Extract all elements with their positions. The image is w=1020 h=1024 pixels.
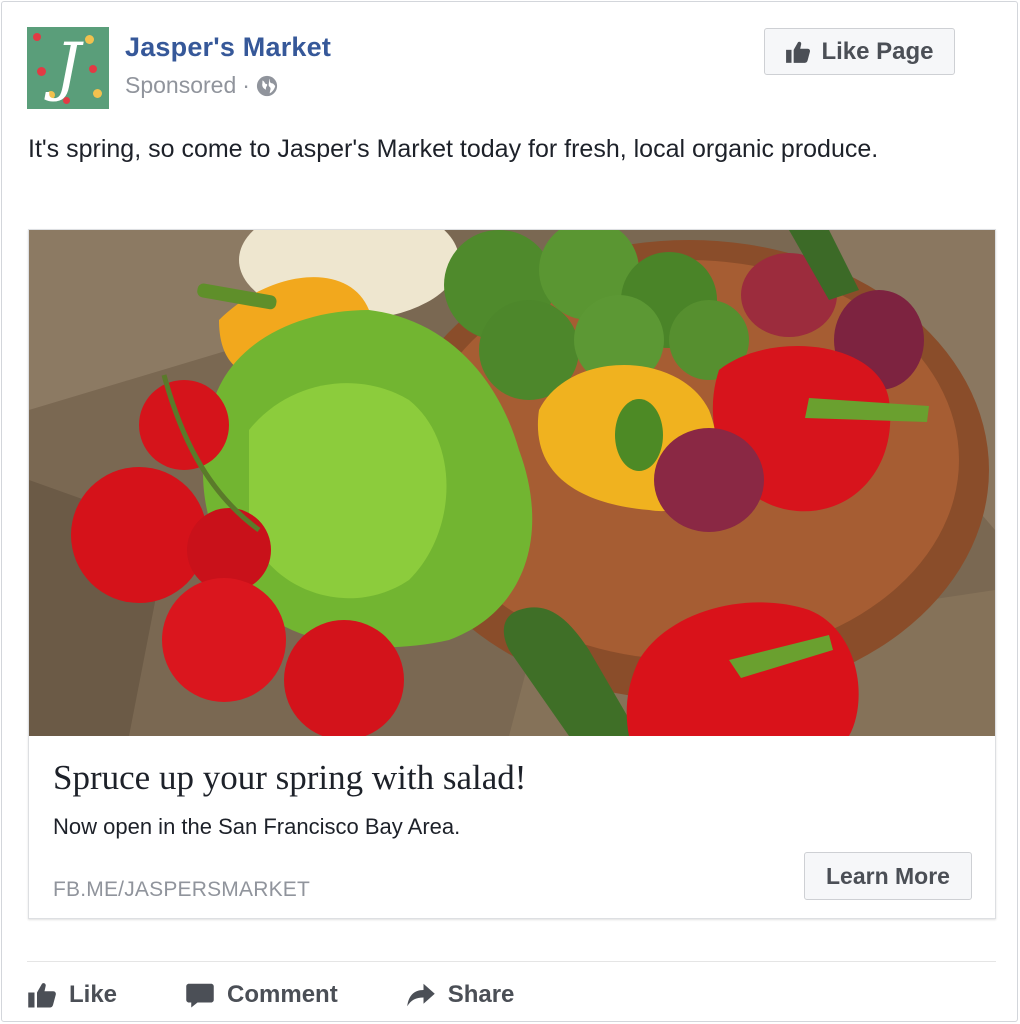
learn-more-button[interactable]: Learn More bbox=[804, 852, 972, 900]
comment-label: Comment bbox=[227, 981, 338, 1008]
share-arrow-icon bbox=[406, 983, 435, 1007]
link-description: Now open in the San Francisco Bay Area. bbox=[53, 814, 461, 839]
sponsored-post-card: J Jasper's Market Sponsored · Like Page … bbox=[1, 1, 1018, 1022]
thumbs-up-icon bbox=[786, 41, 811, 63]
post-message: It's spring, so come to Jasper's Market … bbox=[28, 135, 879, 163]
globe-icon[interactable] bbox=[256, 75, 278, 97]
link-attachment[interactable]: Spruce up your spring with salad! Now op… bbox=[28, 229, 996, 919]
actions-divider bbox=[27, 961, 996, 962]
avatar-letter: J bbox=[55, 30, 81, 104]
like-page-button[interactable]: Like Page bbox=[764, 28, 955, 75]
sponsored-row: Sponsored · bbox=[125, 72, 278, 99]
like-button[interactable]: Like bbox=[27, 974, 117, 1016]
comment-bubble-icon bbox=[186, 983, 214, 1008]
vegetables-image[interactable] bbox=[29, 230, 995, 736]
separator-dot: · bbox=[242, 72, 250, 98]
post-actions-bar: Like Comment Share bbox=[27, 974, 514, 1016]
vegetables-photo bbox=[29, 230, 995, 736]
thumbs-up-icon bbox=[28, 983, 56, 1008]
share-button[interactable]: Share bbox=[406, 974, 515, 1016]
like-label: Like bbox=[69, 981, 118, 1008]
link-headline[interactable]: Spruce up your spring with salad! bbox=[53, 758, 526, 798]
comment-button[interactable]: Comment bbox=[185, 974, 338, 1016]
share-label: Share bbox=[447, 981, 515, 1008]
like-page-label: Like Page bbox=[821, 37, 934, 65]
link-domain: FB.ME/JASPERSMARKET bbox=[53, 878, 311, 901]
page-name-link[interactable]: Jasper's Market bbox=[125, 32, 331, 63]
page-avatar[interactable]: J bbox=[27, 27, 109, 109]
sponsored-label[interactable]: Sponsored bbox=[125, 72, 236, 99]
